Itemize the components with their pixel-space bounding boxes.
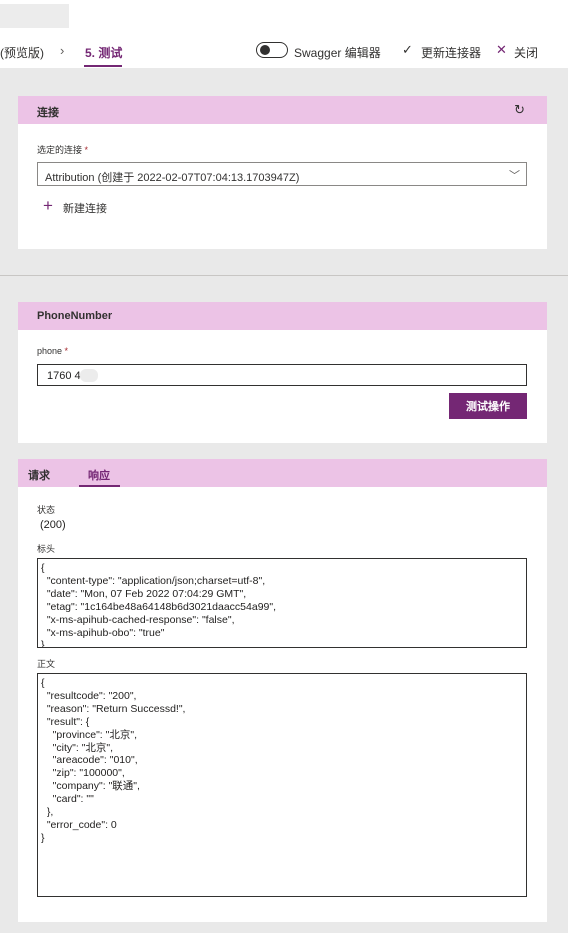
refresh-icon[interactable]: ↻ — [514, 102, 525, 118]
body-line: "province": "北京", — [41, 728, 138, 741]
headers-line: "x-ms-apihub-cached-response": "false", — [41, 613, 235, 626]
update-connector-button[interactable]: 更新连接器 — [421, 44, 481, 61]
body-line: "result": { — [41, 715, 90, 728]
tab-request[interactable]: 请求 — [28, 467, 50, 483]
plus-icon[interactable]: + — [43, 196, 53, 216]
tab-response[interactable]: 响应 — [88, 467, 110, 483]
wizard-nav: (预览版) › 5. 测试 Swagger 编辑器 ✓ 更新连接器 ✕ 关闭 — [0, 32, 568, 68]
top-strip — [0, 0, 568, 32]
checkmark-icon: ✓ — [402, 42, 413, 57]
swagger-editor-label[interactable]: Swagger 编辑器 — [294, 44, 381, 61]
chevron-down-icon: ﹀ — [509, 170, 520, 182]
required-asterisk: * — [64, 346, 69, 356]
new-connection-link[interactable]: 新建连接 — [63, 200, 107, 216]
connection-card-header: 连接 ↻ — [18, 96, 547, 124]
headers-label: 标头 — [37, 544, 56, 554]
body-line: { — [41, 677, 45, 689]
chevron-right-icon: › — [60, 43, 65, 58]
test-operation-button[interactable]: 测试操作 — [449, 393, 527, 419]
body-line: }, — [41, 806, 54, 819]
request-response-tabs: 请求 响应 — [18, 459, 547, 487]
close-icon: ✕ — [496, 42, 507, 57]
body-label: 正文 — [37, 659, 56, 669]
swagger-editor-toggle[interactable] — [256, 42, 288, 58]
body-line: "city": "北京", — [41, 741, 114, 754]
selected-connection-label: 选定的连接 * — [37, 143, 88, 156]
body-line: "resultcode": "200", — [41, 689, 137, 702]
headers-line: "etag": "1c164be48a64148b6d3021daacc54a9… — [41, 600, 277, 613]
breadcrumb-prev-step[interactable]: (预览版) — [0, 44, 44, 61]
connection-card: 连接 ↻ 选定的连接 * Attribution (创建于 2022-02-07… — [18, 96, 547, 249]
phone-card-header: PhoneNumber — [18, 302, 547, 330]
headers-box[interactable]: { "content-type": "application/json;char… — [37, 558, 527, 648]
headers-line: "x-ms-apihub-obo": "true" — [41, 626, 165, 639]
body-line: "error_code": 0 — [41, 818, 117, 831]
body-line: "zip": "100000", — [41, 767, 125, 780]
body-box[interactable]: { "resultcode": "200", "reason": "Return… — [37, 673, 527, 897]
breadcrumb-current-step[interactable]: 5. 测试 — [85, 44, 122, 61]
body-line: } — [41, 831, 45, 844]
status-label: 状态 — [37, 505, 56, 515]
headers-line: { — [41, 562, 45, 574]
phone-input[interactable]: 1760 490 — [37, 364, 527, 386]
redaction-blur — [80, 369, 98, 382]
body-line: "reason": "Return Successd!", — [41, 702, 186, 715]
required-asterisk: * — [84, 145, 89, 155]
selected-connection-label-text: 选定的连接 — [37, 145, 83, 155]
window-tab[interactable] — [0, 4, 69, 28]
connection-title: 连接 — [37, 107, 59, 119]
current-step-underline — [84, 65, 122, 67]
close-button[interactable]: 关闭 — [514, 44, 538, 61]
headers-line: "date": "Mon, 07 Feb 2022 07:04:29 GMT", — [41, 587, 247, 600]
connection-select-value: Attribution (创建于 2022-02-07T07:04:13.170… — [45, 172, 300, 184]
toggle-knob — [260, 45, 270, 55]
active-tab-underline — [79, 485, 120, 487]
headers-line: "content-type": "application/json;charse… — [41, 574, 266, 587]
status-value: (200) — [40, 519, 66, 531]
phone-number-card: PhoneNumber phone * 1760 490 测试操作 — [18, 302, 547, 443]
body-line: "card": "" — [41, 793, 94, 806]
operation-title: PhoneNumber — [37, 310, 113, 322]
headers-line: } — [41, 639, 45, 648]
phone-field-label: phone * — [37, 346, 68, 356]
response-card: 请求 响应 状态 (200) 标头 { "content-type": "app… — [18, 459, 547, 922]
connection-select[interactable]: Attribution (创建于 2022-02-07T07:04:13.170… — [37, 162, 527, 186]
phone-label-text: phone — [37, 346, 63, 356]
body-line: "company": "联通", — [41, 780, 140, 793]
body-line: "areacode": "010", — [41, 754, 138, 767]
section-divider — [0, 275, 568, 276]
